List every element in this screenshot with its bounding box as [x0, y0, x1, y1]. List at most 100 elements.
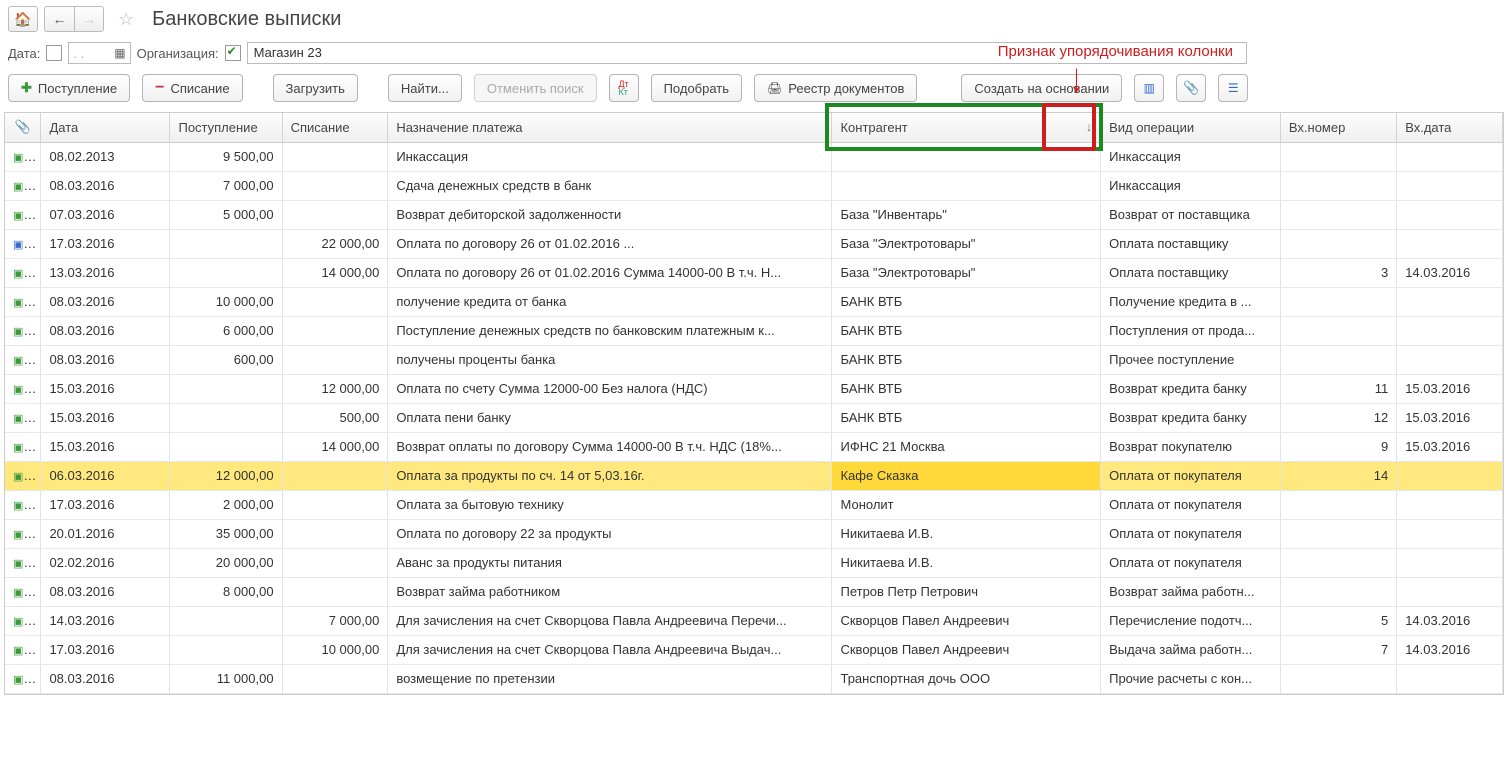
cell-date: 15.03.2016 [41, 374, 170, 403]
table-row[interactable]: ▣✔08.03.2016600,00получены проценты банк… [5, 345, 1503, 374]
cell-type: Поступления от прода... [1101, 316, 1281, 345]
cell-date: 08.03.2016 [41, 316, 170, 345]
table-row[interactable]: ▣✔15.03.2016500,00Оплата пени банкуБАНК … [5, 403, 1503, 432]
cell-date: 17.03.2016 [41, 490, 170, 519]
cell-agent: База "Электротовары" [832, 229, 1101, 258]
cell-date: 20.01.2016 [41, 519, 170, 548]
cell-in-num [1280, 577, 1396, 606]
column-agent[interactable]: Контрагент↓ [832, 113, 1101, 142]
cell-in-date [1397, 577, 1503, 606]
cell-outflow [282, 664, 388, 693]
cell-outflow: 10 000,00 [282, 635, 388, 664]
org-filter-checkbox[interactable] [225, 45, 241, 61]
cell-inflow [170, 432, 282, 461]
cell-in-date [1397, 142, 1503, 171]
cell-agent: Кафе Сказка [832, 461, 1101, 490]
cell-inflow: 35 000,00 [170, 519, 282, 548]
table-row[interactable]: ▣✔08.03.20166 000,00Поступление денежных… [5, 316, 1503, 345]
statements-table: Признак упорядочивания колонки ↓ 📎 Дата … [4, 112, 1504, 695]
table-row[interactable]: ▣✔07.03.20165 000,00Возврат дебиторской … [5, 200, 1503, 229]
row-status-icon: ▣✔ [5, 287, 41, 316]
column-in-date[interactable]: Вх.дата [1397, 113, 1503, 142]
column-attachment[interactable]: 📎 [5, 113, 41, 142]
org-value: Магазин 23 [254, 45, 322, 60]
cell-type: Оплата от покупателя [1101, 461, 1281, 490]
cell-purpose: получены проценты банка [388, 345, 832, 374]
back-button[interactable]: ← [44, 6, 74, 32]
row-status-icon: ▣✔ [5, 403, 41, 432]
cell-outflow [282, 577, 388, 606]
home-button[interactable]: 🏠 [8, 6, 38, 32]
table-row[interactable]: ▣✔06.03.201612 000,00Оплата за продукты … [5, 461, 1503, 490]
cell-purpose: Возврат дебиторской задолженности [388, 200, 832, 229]
cell-purpose: получение кредита от банка [388, 287, 832, 316]
cell-type: Возврат покупателю [1101, 432, 1281, 461]
table-row[interactable]: ▣✔08.03.20168 000,00Возврат займа работн… [5, 577, 1503, 606]
cell-outflow [282, 171, 388, 200]
registry-button[interactable]: 🖨Реестр документов [754, 74, 917, 102]
forward-button[interactable]: → [74, 6, 104, 32]
select-button[interactable]: Подобрать [651, 74, 742, 102]
cell-type: Оплата от покупателя [1101, 490, 1281, 519]
column-outflow[interactable]: Списание [282, 113, 388, 142]
cell-outflow: 7 000,00 [282, 606, 388, 635]
cell-outflow [282, 548, 388, 577]
date-filter-checkbox[interactable] [46, 45, 62, 61]
report-icon-button[interactable]: ▥ [1134, 74, 1164, 102]
cell-in-date [1397, 490, 1503, 519]
cell-purpose: Для зачисления на счет Скворцова Павла А… [388, 635, 832, 664]
table-row[interactable]: ▣✔17.03.20162 000,00Оплата за бытовую те… [5, 490, 1503, 519]
dtkt-button[interactable]: ДтКт [609, 74, 639, 102]
cell-date: 08.03.2016 [41, 171, 170, 200]
table-row[interactable]: ▣✔17.03.201610 000,00Для зачисления на с… [5, 635, 1503, 664]
table-row[interactable]: ▣✔08.03.201611 000,00возмещение по прете… [5, 664, 1503, 693]
cell-purpose: Оплата по счету Сумма 12000-00 Без налог… [388, 374, 832, 403]
cell-in-num [1280, 229, 1396, 258]
table-row[interactable]: ▣✔08.03.201610 000,00получение кредита о… [5, 287, 1503, 316]
calendar-icon[interactable]: ▦ [114, 46, 125, 60]
column-inflow[interactable]: Поступление [170, 113, 282, 142]
row-status-icon: ▣✔ [5, 345, 41, 374]
column-date[interactable]: Дата [41, 113, 170, 142]
cell-in-num [1280, 664, 1396, 693]
load-button[interactable]: Загрузить [273, 74, 358, 102]
column-purpose[interactable]: Назначение платежа [388, 113, 832, 142]
list-icon-button[interactable]: ☰ [1218, 74, 1248, 102]
minus-icon: − [155, 79, 164, 97]
date-placeholder: . . [73, 46, 84, 61]
cell-in-num: 11 [1280, 374, 1396, 403]
table-row[interactable]: ▣✔20.01.201635 000,00Оплата по договору … [5, 519, 1503, 548]
report-icon: ▥ [1144, 81, 1155, 95]
row-status-icon: ▣✔ [5, 316, 41, 345]
attach-icon-button[interactable]: 📎 [1176, 74, 1206, 102]
cell-date: 17.03.2016 [41, 635, 170, 664]
cell-in-date: 15.03.2016 [1397, 374, 1503, 403]
cell-in-num [1280, 316, 1396, 345]
table-row[interactable]: ▣✔08.02.20139 500,00ИнкассацияИнкассация [5, 142, 1503, 171]
column-in-num[interactable]: Вх.номер [1280, 113, 1396, 142]
date-filter-input[interactable]: . . ▦ [68, 42, 130, 64]
cell-purpose: возмещение по претензии [388, 664, 832, 693]
cell-type: Инкассация [1101, 142, 1281, 171]
column-type[interactable]: Вид операции [1101, 113, 1281, 142]
find-button[interactable]: Найти... [388, 74, 462, 102]
cell-in-date [1397, 316, 1503, 345]
favorite-icon[interactable]: ☆ [118, 9, 134, 30]
create-based-button[interactable]: Создать на основании [961, 74, 1122, 102]
cell-in-date: 15.03.2016 [1397, 432, 1503, 461]
cell-in-num [1280, 345, 1396, 374]
table-row[interactable]: ▣✔15.03.201612 000,00Оплата по счету Сум… [5, 374, 1503, 403]
cell-agent: Монолит [832, 490, 1101, 519]
cell-date: 17.03.2016 [41, 229, 170, 258]
outflow-button[interactable]: −Списание [142, 74, 242, 102]
cell-date: 13.03.2016 [41, 258, 170, 287]
table-row[interactable]: ▣✔08.03.20167 000,00Сдача денежных средс… [5, 171, 1503, 200]
table-row[interactable]: ▣✔15.03.201614 000,00Возврат оплаты по д… [5, 432, 1503, 461]
table-row[interactable]: ▣✔17.03.201622 000,00Оплата по договору … [5, 229, 1503, 258]
table-row[interactable]: ▣✔14.03.20167 000,00Для зачисления на сч… [5, 606, 1503, 635]
table-row[interactable]: ▣✔02.02.201620 000,00Аванс за продукты п… [5, 548, 1503, 577]
table-row[interactable]: ▣✔13.03.201614 000,00Оплата по договору … [5, 258, 1503, 287]
cell-outflow [282, 461, 388, 490]
inflow-button[interactable]: ✚Поступление [8, 74, 130, 102]
org-label: Организация: [137, 46, 219, 61]
